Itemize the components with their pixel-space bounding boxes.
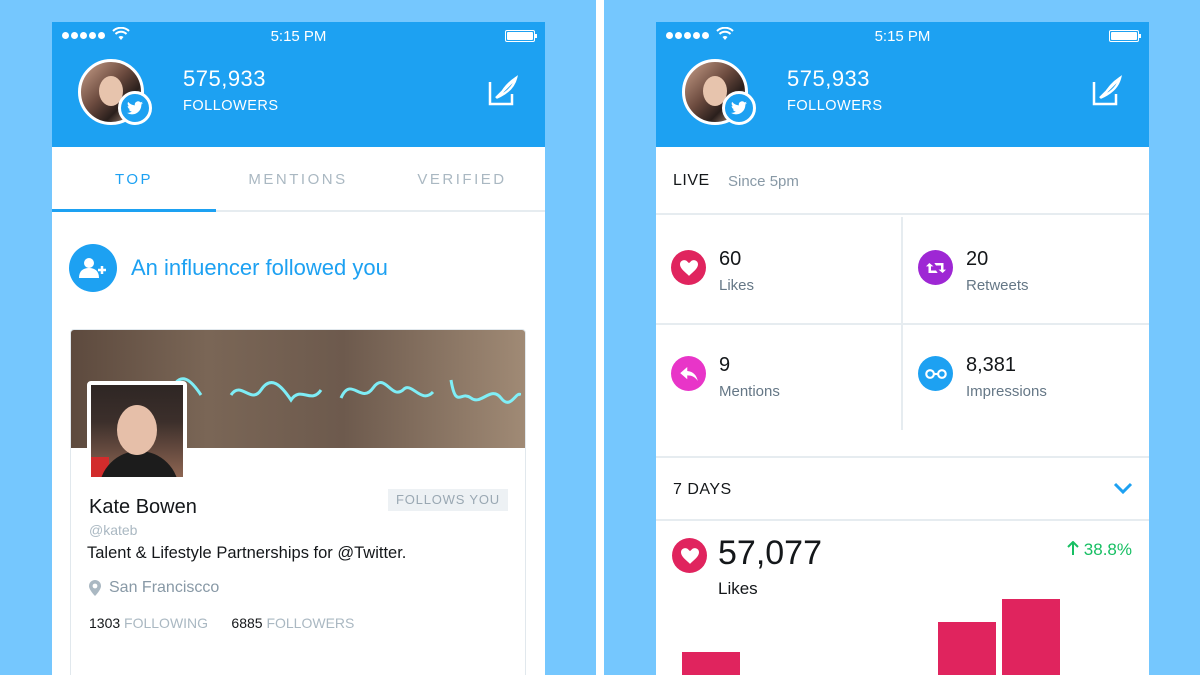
- likes-bar-chart: [656, 597, 1149, 675]
- screen-divider: [596, 0, 604, 675]
- right-screen: 5:15 PM 575,933 FOLLOWERS LIVE Since 5pm…: [656, 22, 1149, 675]
- profile-name[interactable]: Kate Bowen: [89, 496, 197, 519]
- live-label: LIVE: [673, 172, 710, 189]
- reply-icon: [671, 356, 706, 391]
- twitter-bird-icon: [722, 91, 756, 125]
- twitter-bird-icon: [118, 91, 152, 125]
- change-value: 38.8%: [1083, 540, 1132, 559]
- period-label: 7 DAYS: [673, 481, 732, 498]
- arrow-up-icon: [1067, 540, 1079, 555]
- location-pin-icon: [89, 580, 101, 596]
- profile-followers-label: FOLLOWERS: [266, 615, 355, 631]
- stat-value: 8,381: [966, 354, 1017, 376]
- chart-bar: [1002, 599, 1060, 675]
- stat-likes[interactable]: 60 Likes: [656, 222, 896, 322]
- status-bar: 5:15 PM: [52, 22, 545, 50]
- retweet-icon: [918, 250, 953, 285]
- tab-top[interactable]: TOP: [52, 147, 216, 212]
- notification-text[interactable]: An influencer followed you: [131, 255, 388, 281]
- battery-icon: [1109, 30, 1141, 42]
- add-user-icon: [69, 244, 117, 292]
- left-screen: 5:15 PM 575,933 FOLLOWERS TOP MENTIONS V…: [52, 22, 545, 675]
- change-percent: 38.8%: [1067, 540, 1132, 560]
- compose-icon[interactable]: [486, 74, 520, 108]
- status-bar: 5:15 PM: [656, 22, 1149, 50]
- follows-you-badge: FOLLOWS YOU: [388, 489, 508, 511]
- battery-icon: [505, 30, 537, 42]
- stat-retweets[interactable]: 20 Retweets: [903, 222, 1143, 322]
- neon-sign-image: [141, 377, 521, 404]
- stats-divider-horizontal: [656, 323, 1149, 325]
- stat-label: Impressions: [966, 383, 1047, 400]
- stat-value: 60: [719, 248, 742, 270]
- status-time: 5:15 PM: [270, 28, 327, 45]
- profile-handle: @kateb: [89, 522, 138, 538]
- followers-label: FOLLOWERS: [787, 98, 883, 114]
- tab-bar: TOP MENTIONS VERIFIED: [52, 147, 545, 212]
- followers-label: FOLLOWERS: [183, 98, 279, 114]
- heart-icon: [672, 538, 707, 573]
- heart-icon: [671, 250, 706, 285]
- stat-impressions[interactable]: 8,381 Impressions: [903, 328, 1143, 428]
- app-header: 5:15 PM 575,933 FOLLOWERS: [656, 22, 1149, 147]
- following-label: FOLLOWING: [124, 615, 209, 631]
- summary-label: Likes: [718, 579, 758, 598]
- stat-value: 20: [966, 248, 989, 270]
- tab-verified[interactable]: VERIFIED: [380, 147, 544, 212]
- stat-label: Mentions: [719, 383, 780, 400]
- following-count: 1303: [89, 615, 121, 631]
- glasses-icon: [918, 356, 953, 391]
- profile-bio: Talent & Lifestyle Partnerships for @Twi…: [87, 544, 407, 562]
- profile-location: San Franciscco: [109, 579, 220, 596]
- summary-value: 57,077: [718, 534, 822, 572]
- live-since: Since 5pm: [728, 173, 799, 190]
- followers-count: 575,933: [787, 66, 871, 91]
- chevron-down-icon[interactable]: [1113, 482, 1133, 494]
- followers-count: 575,933: [183, 66, 267, 91]
- compose-icon[interactable]: [1090, 74, 1124, 108]
- chart-bar: [682, 652, 740, 675]
- period-selector[interactable]: 7 DAYS: [656, 458, 1149, 521]
- active-tab-indicator: [52, 209, 216, 212]
- live-header: LIVE Since 5pm: [656, 147, 1149, 215]
- app-header: 5:15 PM 575,933 FOLLOWERS: [52, 22, 545, 147]
- stat-label: Likes: [719, 277, 755, 294]
- profile-photo[interactable]: [87, 381, 187, 481]
- profile-card[interactable]: FOLLOWS YOU Kate Bowen @kateb Talent & L…: [70, 329, 526, 675]
- stat-label: Retweets: [966, 277, 1029, 294]
- stat-value: 9: [719, 354, 731, 376]
- chart-bar: [938, 622, 996, 675]
- status-time: 5:15 PM: [874, 28, 931, 45]
- profile-followers-count: 6885: [231, 615, 263, 631]
- stat-mentions[interactable]: 9 Mentions: [656, 328, 896, 428]
- profile-stats: 1303 FOLLOWING 6885 FOLLOWERS: [89, 615, 354, 631]
- tab-mentions[interactable]: MENTIONS: [216, 147, 380, 212]
